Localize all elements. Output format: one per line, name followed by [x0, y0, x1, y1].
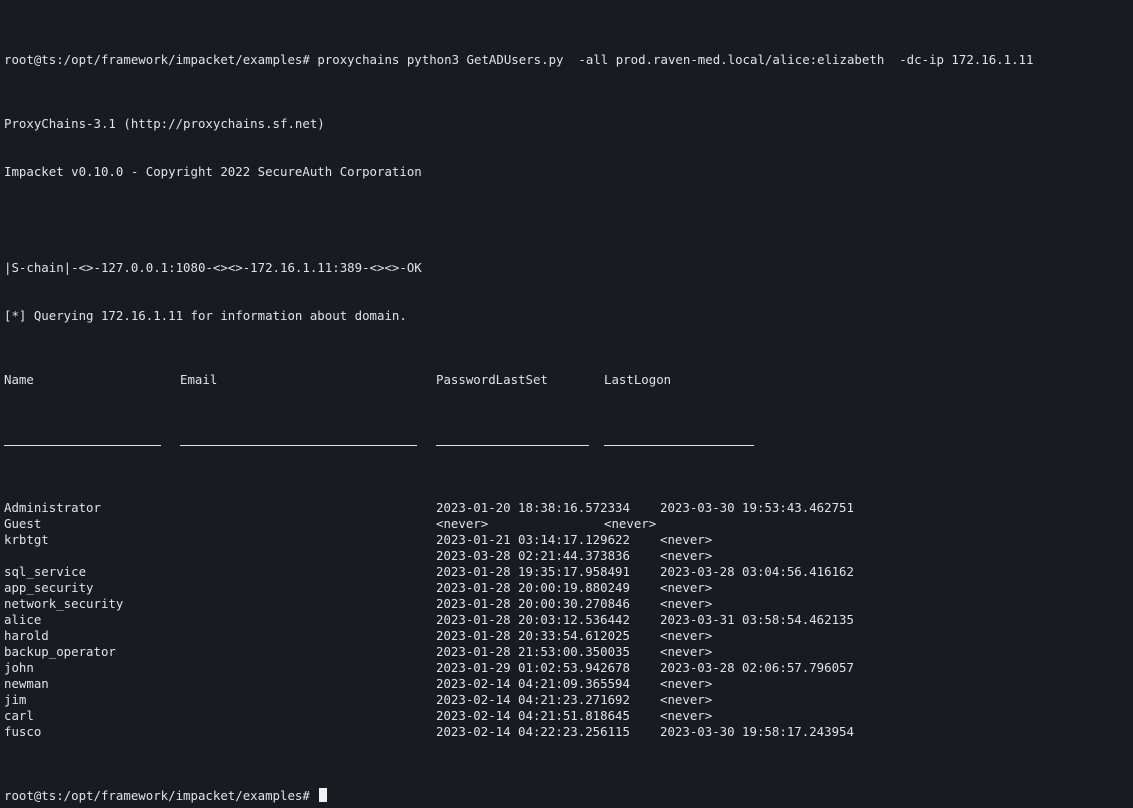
table-row: backup_operator 2023-01-28 21:53:00.35003…: [4, 644, 1129, 660]
password-last-set-cell: 2023-02-14 04:21:23.271692: [436, 692, 630, 707]
user-name-cell: Guest: [4, 516, 42, 531]
table-row: harold 2023-01-28 20:33:54.612025 <never>: [4, 628, 1129, 644]
shell-prompt: root@ts:/opt/framework/impacket/examples…: [4, 52, 310, 67]
password-last-set-cell: 2023-01-20 18:38:16.572334: [436, 500, 630, 515]
table-row: carl 2023-02-14 04:21:51.818645 <never>: [4, 708, 1129, 724]
user-name-cell: krbtgt: [4, 532, 49, 547]
last-logon-cell: 2023-03-28 02:06:57.796057: [660, 660, 854, 675]
password-last-set-cell: 2023-02-14 04:21:51.818645: [436, 708, 630, 723]
user-name-cell: carl: [4, 708, 34, 723]
user-name-cell: network_security: [4, 596, 124, 611]
password-last-set-cell: 2023-03-28 02:21:44.373836: [436, 548, 630, 563]
table-row: network_security 2023-01-28 20:00:30.2708…: [4, 596, 1129, 612]
user-name-cell: alice: [4, 612, 42, 627]
table-row: john 2023-01-29 01:02:53.942678 2023-03-28…: [4, 660, 1129, 676]
password-last-set-cell: 2023-01-28 20:33:54.612025: [436, 628, 630, 643]
user-name-cell: harold: [4, 628, 49, 643]
password-last-set-cell: 2023-02-14 04:22:23.256115: [436, 724, 630, 739]
password-last-set-cell: 2023-01-29 01:02:53.942678: [436, 660, 630, 675]
user-name-cell: app_security: [4, 580, 94, 595]
terminal-window[interactable]: root@ts:/opt/framework/impacket/examples…: [4, 4, 1129, 808]
command-text: proxychains python3 GetADUsers.py -all p…: [317, 52, 1034, 67]
table-row: fusco 2023-02-14 04:22:23.256115 2023-03-3…: [4, 724, 1129, 740]
last-logon-cell: 2023-03-30 19:58:17.243954: [660, 724, 854, 739]
last-logon-cell: <never>: [660, 676, 713, 691]
underline-email: [180, 445, 417, 446]
output-line: |S-chain|-<>-127.0.0.1:1080-<><>-172.16.…: [4, 260, 422, 275]
column-header-name: Name: [4, 372, 34, 387]
table-row: alice 2023-01-28 20:03:12.536442 2023-03-3…: [4, 612, 1129, 628]
output-line: [*] Querying 172.16.1.11 for information…: [4, 308, 407, 323]
last-logon-cell: <never>: [660, 532, 713, 547]
table-row: app_security 2023-01-28 20:00:19.880249 <n…: [4, 580, 1129, 596]
column-header-passwordlastset: PasswordLastSet: [436, 372, 548, 387]
user-name-cell: sql_service: [4, 564, 87, 579]
column-header-email: Email: [180, 372, 218, 387]
user-name-cell: john: [4, 660, 34, 675]
user-table-body: Administrator 2023-01-20 18:38:16.572334 2…: [4, 500, 1129, 740]
output-line: Impacket v0.10.0 - Copyright 2022 Secure…: [4, 164, 422, 179]
user-name-cell: fusco: [4, 724, 42, 739]
underline-name: [4, 445, 161, 446]
password-last-set-cell: <never>: [436, 516, 489, 531]
last-logon-cell: <never>: [660, 708, 713, 723]
table-row: jim 2023-02-14 04:21:23.271692 <never>: [4, 692, 1129, 708]
shell-prompt: root@ts:/opt/framework/impacket/examples…: [4, 788, 310, 803]
last-logon-cell: <never>: [660, 644, 713, 659]
table-row: Guest <never> <never>: [4, 516, 1129, 532]
password-last-set-cell: 2023-01-28 21:53:00.350035: [436, 644, 630, 659]
table-header-underline: [4, 436, 1129, 452]
password-last-set-cell: 2023-01-21 03:14:17.129622: [436, 532, 630, 547]
user-name-cell: Administrator: [4, 500, 101, 515]
text-cursor[interactable]: [319, 788, 328, 802]
last-logon-cell: 2023-03-28 03:04:56.416162: [660, 564, 854, 579]
table-row: newman 2023-02-14 04:21:09.365594 <never>: [4, 676, 1129, 692]
last-logon-cell: <never>: [660, 628, 713, 643]
last-logon-cell: 2023-03-30 19:53:43.462751: [660, 500, 854, 515]
user-name-cell: jim: [4, 692, 27, 707]
command-line: root@ts:/opt/framework/impacket/examples…: [4, 52, 1129, 68]
table-row: 2023-03-28 02:21:44.373836 <never>: [4, 548, 1129, 564]
password-last-set-cell: 2023-01-28 20:00:30.270846: [436, 596, 630, 611]
password-last-set-cell: 2023-01-28 19:35:17.958491: [436, 564, 630, 579]
last-logon-cell: 2023-03-31 03:58:54.462135: [660, 612, 854, 627]
table-row: Administrator 2023-01-20 18:38:16.572334 2…: [4, 500, 1129, 516]
user-name-cell: backup_operator: [4, 644, 116, 659]
underline-lastlogon: [604, 445, 754, 446]
user-name-cell: newman: [4, 676, 49, 691]
table-row: krbtgt 2023-01-21 03:14:17.129622 <never>: [4, 532, 1129, 548]
last-logon-cell: <never>: [660, 692, 713, 707]
password-last-set-cell: 2023-01-28 20:00:19.880249: [436, 580, 630, 595]
last-logon-cell: <never>: [660, 596, 713, 611]
final-prompt-line[interactable]: root@ts:/opt/framework/impacket/examples…: [4, 788, 1129, 804]
password-last-set-cell: 2023-02-14 04:21:09.365594: [436, 676, 630, 691]
last-logon-cell: <never>: [660, 580, 713, 595]
last-logon-cell: <never>: [604, 516, 657, 531]
table-row: sql_service 2023-01-28 19:35:17.958491 202…: [4, 564, 1129, 580]
output-line: ProxyChains-3.1 (http://proxychains.sf.n…: [4, 116, 325, 131]
underline-passwordlastset: [436, 445, 589, 446]
column-header-lastlogon: LastLogon: [604, 372, 672, 387]
password-last-set-cell: 2023-01-28 20:03:12.536442: [436, 612, 630, 627]
last-logon-cell: <never>: [660, 548, 713, 563]
table-header-row: Name Email PasswordLastSet LastLogon: [4, 372, 1129, 388]
